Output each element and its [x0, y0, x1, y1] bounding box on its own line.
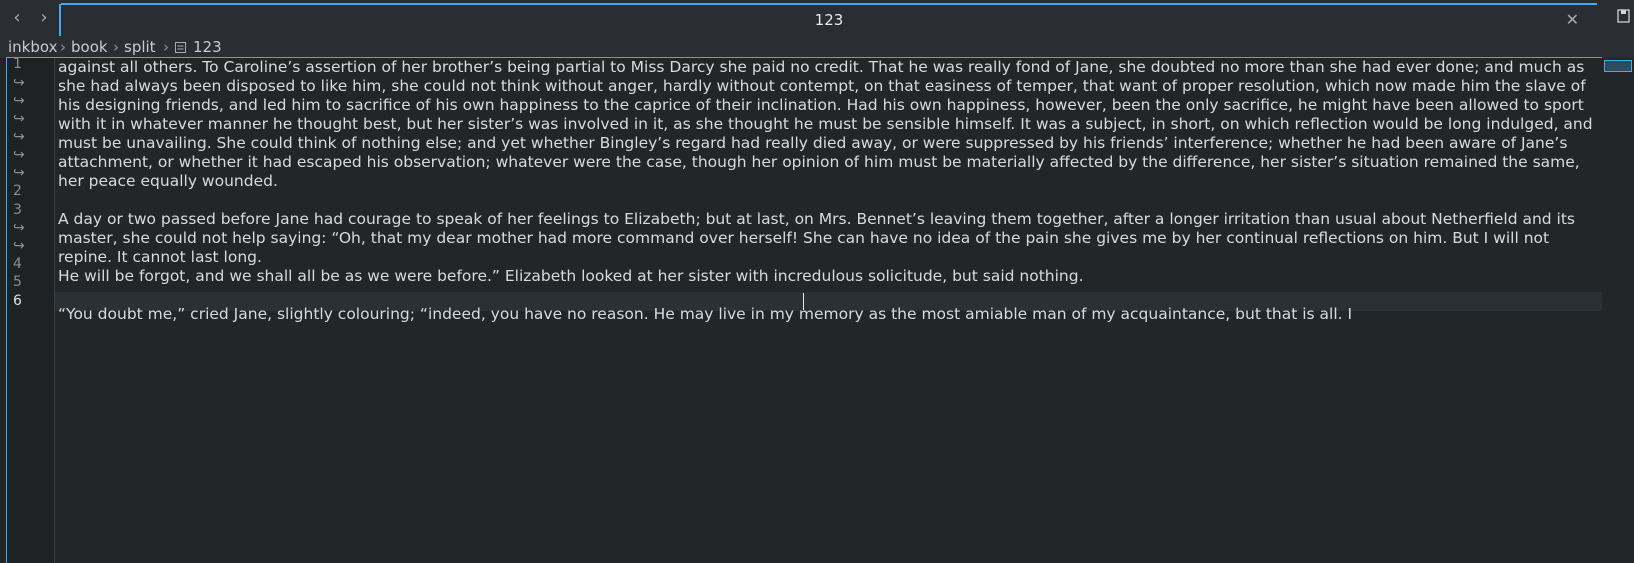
chevron-right-icon: ›	[113, 38, 119, 56]
text-editor[interactable]: 1 ↪ ↪ ↪ ↪ ↪ ↪ 2 3 ↪ ↪ 4 5 6 against all …	[6, 56, 1602, 563]
breadcrumb-item-book[interactable]: book	[71, 38, 108, 56]
close-icon[interactable]: ✕	[1566, 10, 1579, 29]
line-number: 3	[13, 202, 22, 218]
minimap[interactable]	[1604, 58, 1634, 563]
file-icon	[175, 42, 186, 53]
wrap-indicator-icon: ↪	[13, 111, 25, 127]
text-line[interactable]: “You doubt me,” cried Jane, slightly col…	[58, 305, 1598, 324]
wrap-indicator-icon: ↪	[13, 93, 25, 109]
tab-123[interactable]: 123 ✕	[61, 3, 1597, 36]
chevron-right-icon: ›	[60, 38, 66, 56]
wrap-indicator-icon: ↪	[13, 129, 25, 145]
text-line[interactable]	[58, 191, 1598, 210]
wrap-indicator-icon: ↪	[13, 165, 25, 181]
wrap-indicator-icon: ↪	[13, 147, 25, 163]
text-line[interactable]	[58, 286, 1598, 305]
back-icon[interactable]: ‹	[4, 6, 30, 30]
tab-bar: ‹ › 123 ✕	[0, 0, 1634, 36]
document-text[interactable]: against all others. To Caroline’s assert…	[58, 58, 1598, 324]
line-number: 2	[13, 183, 22, 199]
breadcrumb: inkbox › book › split › 123	[0, 36, 1634, 58]
tab-title: 123	[814, 11, 844, 29]
minimap-viewport[interactable]	[1604, 60, 1632, 72]
document-icon[interactable]	[1616, 8, 1632, 24]
breadcrumb-item-inkbox[interactable]: inkbox	[8, 38, 57, 56]
breadcrumb-item-123[interactable]: 123	[193, 38, 222, 56]
line-number-gutter: 1 ↪ ↪ ↪ ↪ ↪ ↪ 2 3 ↪ ↪ 4 5 6	[7, 56, 55, 563]
text-line[interactable]: A day or two passed before Jane had cour…	[58, 210, 1598, 267]
line-number: 4	[13, 256, 22, 272]
text-cursor	[803, 293, 804, 310]
wrap-indicator-icon: ↪	[13, 220, 25, 236]
wrap-indicator-icon: ↪	[13, 238, 25, 254]
line-number: 5	[13, 274, 22, 290]
line-number: 6	[13, 293, 22, 309]
forward-icon[interactable]: ›	[31, 6, 57, 30]
chevron-right-icon: ›	[163, 38, 169, 56]
breadcrumb-item-split[interactable]: split	[124, 38, 156, 56]
line-number: 1	[13, 56, 22, 72]
text-line[interactable]: He will be forgot, and we shall all be a…	[58, 267, 1598, 286]
text-line[interactable]: against all others. To Caroline’s assert…	[58, 58, 1598, 191]
wrap-indicator-icon: ↪	[13, 75, 25, 91]
